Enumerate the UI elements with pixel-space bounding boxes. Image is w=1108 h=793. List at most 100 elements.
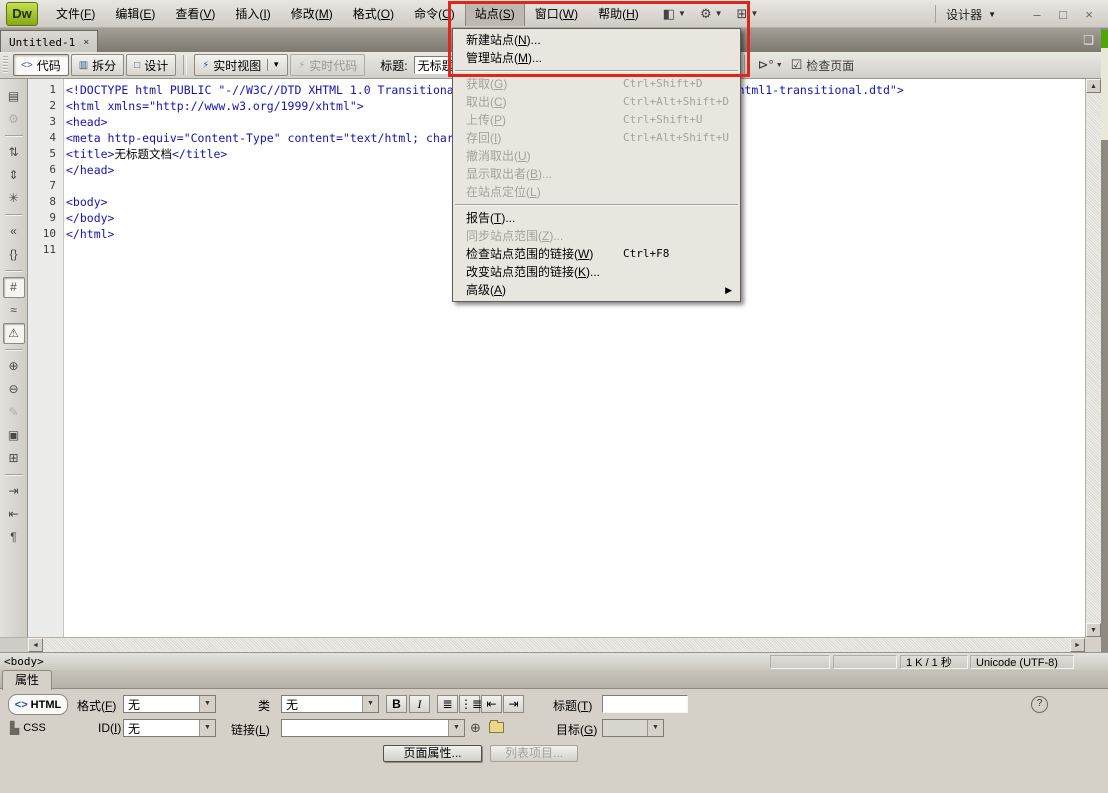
recent-snippets-icon[interactable]: ▣ (3, 425, 25, 446)
apply-comment-icon[interactable]: ⊕ (3, 356, 25, 377)
menubar-item-8[interactable]: 窗口(W) (525, 1, 588, 26)
select-parent-tag-icon[interactable]: « (3, 221, 25, 242)
unordered-list-icon[interactable]: ≣ (437, 695, 458, 713)
chevron-down-icon[interactable]: ▼ (448, 720, 464, 736)
design-view-button[interactable]: □设计 (126, 54, 176, 76)
document-tab-title: Untitled-1 (9, 36, 75, 49)
scroll-right-icon[interactable]: ► (1070, 638, 1085, 652)
maximize-button[interactable]: □ (1052, 7, 1074, 22)
code-view-icon: <> (21, 60, 33, 71)
restore-panels-icon[interactable]: ❏ (1083, 33, 1094, 47)
browse-folder-icon[interactable] (489, 722, 504, 733)
layout-switcher-icon[interactable]: ◧▼ (663, 6, 686, 22)
properties-tab[interactable]: 属性 (2, 670, 52, 690)
document-tab[interactable]: Untitled-1 × (0, 30, 98, 53)
chevron-down-icon[interactable]: ▼ (199, 696, 215, 712)
workspace-switcher[interactable]: 设计器▼ (946, 6, 996, 23)
highlight-invalid-code-icon[interactable]: ≈ (3, 300, 25, 321)
scroll-up-icon[interactable]: ▲ (1086, 79, 1101, 93)
site-menu-item-0[interactable]: 新建站点(N)... (453, 31, 740, 49)
help-icon[interactable]: ? (1031, 696, 1048, 713)
chevron-down-icon[interactable]: ▼ (267, 59, 280, 71)
target-label: 目标(G) (556, 721, 597, 738)
syntax-error-alerts-icon[interactable]: ⚠ (3, 323, 25, 344)
minimize-button[interactable]: – (1026, 7, 1048, 22)
toolbar-separator (5, 270, 23, 272)
collapse-selection-icon[interactable]: ⇕ (3, 165, 25, 186)
site-menu-item-15[interactable]: 高级(A)▶ (453, 281, 740, 299)
outdent-icon[interactable]: ⇤ (481, 695, 502, 713)
split-view-button[interactable]: ▥拆分 (71, 54, 124, 76)
scroll-down-icon[interactable]: ▼ (1086, 623, 1101, 637)
properties-panel: 属性 <>HTML ▙CSS 格式(F) 无▼ ID(I) 无▼ 类 无▼ 链接… (0, 670, 1108, 793)
id-select[interactable]: 无▼ (123, 719, 216, 737)
site-menu-item-13[interactable]: 检查站点范围的链接(W)Ctrl+F8 (453, 245, 740, 263)
site-menu-item-11[interactable]: 报告(T)... (453, 209, 740, 227)
move-css-icon[interactable]: ⊞ (3, 448, 25, 469)
menubar: Dw 文件(F)编辑(E)查看(V)插入(I)修改(M)格式(O)命令(C)站点… (0, 0, 1108, 28)
menubar-item-5[interactable]: 格式(O) (343, 1, 404, 26)
site-menu-item-14[interactable]: 改变站点范围的链接(K)... (453, 263, 740, 281)
site-menu-item-4: 取出(C)Ctrl+Alt+Shift+D (453, 93, 740, 111)
menubar-item-7[interactable]: 站点(S) (465, 1, 525, 26)
bold-button[interactable]: B (386, 695, 407, 713)
close-button[interactable]: × (1078, 7, 1100, 22)
page-properties-button[interactable]: 页面属性... (383, 745, 482, 762)
italic-button[interactable]: I (409, 695, 430, 713)
indent-code-icon[interactable]: ⇥ (3, 481, 25, 502)
chevron-down-icon[interactable]: ▼ (362, 696, 378, 712)
site-menu-item-9: 在站点定位(L) (453, 183, 740, 201)
title-field[interactable] (602, 695, 688, 713)
file-management-icon[interactable]: ⊳°▼ (758, 57, 783, 73)
window-controls: 设计器▼ – □ × (935, 0, 1100, 28)
menubar-item-6[interactable]: 命令(C) (404, 1, 465, 26)
check-page-button[interactable]: ☑检查页面 (791, 57, 855, 74)
remove-comment-icon[interactable]: ⊖ (3, 379, 25, 400)
balance-braces-icon[interactable]: {} (3, 244, 25, 265)
format-select[interactable]: 无▼ (123, 695, 216, 713)
collapse-full-tag-icon[interactable]: ⇅ (3, 142, 25, 163)
html-mode-button[interactable]: <>HTML (8, 694, 68, 715)
outdent-code-icon[interactable]: ⇤ (3, 504, 25, 525)
line-number: 3 (28, 114, 63, 130)
line-numbers-icon[interactable]: # (3, 277, 25, 298)
menubar-items: 文件(F)编辑(E)查看(V)插入(I)修改(M)格式(O)命令(C)站点(S)… (46, 1, 649, 26)
status-cell-empty (833, 655, 897, 669)
menubar-item-1[interactable]: 编辑(E) (105, 1, 165, 26)
collapsed-dock-strip[interactable] (1101, 28, 1108, 652)
chevron-down-icon[interactable]: ▼ (199, 720, 215, 736)
ordered-list-icon[interactable]: ⋮≣ (459, 695, 480, 713)
site-menu-dropdown: 新建站点(N)...管理站点(M)...获取(G)Ctrl+Shift+D取出(… (452, 28, 741, 302)
show-head-content-icon: ⚙ (3, 109, 25, 130)
site-menu-item-1[interactable]: 管理站点(M)... (453, 49, 740, 67)
tab-close-icon[interactable]: × (83, 37, 89, 48)
indent-icon[interactable]: ⇥ (503, 695, 524, 713)
menubar-item-3[interactable]: 插入(I) (225, 1, 280, 26)
css-mode-button[interactable]: ▙CSS (10, 718, 66, 737)
menubar-item-0[interactable]: 文件(F) (46, 1, 105, 26)
vertical-scrollbar[interactable]: ▲ ▼ (1085, 79, 1101, 637)
line-number: 9 (28, 210, 63, 226)
toolbar-grip[interactable] (3, 56, 8, 74)
horizontal-scrollbar[interactable]: ◄ ► (28, 637, 1085, 652)
tag-selector[interactable]: <body> (0, 655, 44, 668)
format-source-code-icon[interactable]: ¶ (3, 527, 25, 548)
scroll-left-icon[interactable]: ◄ (28, 638, 43, 652)
link-combo[interactable]: ▼ (281, 719, 465, 737)
line-number: 2 (28, 98, 63, 114)
live-view-button[interactable]: ⚡实时视图▼ (194, 54, 288, 76)
site-files-icon[interactable]: ⊞▼ (737, 6, 759, 22)
open-documents-icon[interactable]: ▤ (3, 86, 25, 107)
code-view-button[interactable]: <>代码 (13, 54, 69, 76)
extensions-gear-icon[interactable]: ⚙▼ (700, 6, 723, 22)
menubar-item-2[interactable]: 查看(V) (165, 1, 225, 26)
scrollbar-corner (0, 637, 28, 652)
status-cell-empty (770, 655, 830, 669)
menubar-item-4[interactable]: 修改(M) (281, 1, 343, 26)
toolbar-separator (5, 474, 23, 476)
class-select[interactable]: 无▼ (281, 695, 379, 713)
expand-all-icon[interactable]: ✳ (3, 188, 25, 209)
dreamweaver-logo: Dw (6, 2, 38, 26)
point-to-file-icon[interactable]: ⊕ (470, 720, 481, 736)
menubar-item-9[interactable]: 帮助(H) (588, 1, 649, 26)
